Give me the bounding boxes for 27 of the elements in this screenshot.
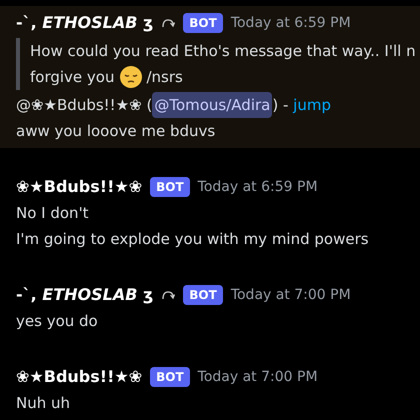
bot-badge: BOT: [150, 177, 190, 197]
timestamp: Today at 6:59 PM: [230, 14, 351, 32]
author-name[interactable]: -`, ETHOSLAB ʒ: [16, 11, 154, 35]
message-text: Nuh uh: [16, 393, 72, 414]
bot-badge: BOT: [183, 13, 223, 33]
message-text: I'm going to explode you with my mind powers: [16, 229, 370, 250]
pensive-face-icon: [118, 65, 142, 89]
author-name[interactable]: -`, ETHOSLAB ʒ: [16, 283, 154, 307]
quote-text: forgive you: [30, 67, 114, 88]
user-mention[interactable]: @Tomous/Adira: [152, 92, 272, 118]
reply-reference: @❀★Bdubs!!★❀ (: [16, 95, 152, 116]
timestamp: Today at 7:00 PM: [230, 286, 351, 304]
author-name[interactable]: ❀★Bdubs!!★❀: [16, 175, 142, 199]
timestamp: Today at 6:59 PM: [198, 178, 318, 196]
message-text: No I don't: [16, 203, 90, 224]
bot-badge: BOT: [183, 285, 223, 305]
curved-arrow-icon: [161, 289, 176, 301]
message-text: aww you looove me bduvs: [16, 121, 216, 142]
author-name[interactable]: ❀★Bdubs!!★❀: [16, 365, 142, 389]
curved-arrow-icon: [161, 17, 176, 29]
jump-link[interactable]: jump: [293, 92, 331, 118]
quote-text: How could you read Etho's message that way.. I'll n: [30, 41, 416, 62]
message-text: yes you do: [16, 311, 99, 332]
quote-text: /nsrs: [146, 67, 183, 88]
timestamp: Today at 7:00 PM: [198, 368, 318, 386]
reply-reference: ) -: [272, 95, 290, 116]
bot-badge: BOT: [150, 367, 190, 387]
